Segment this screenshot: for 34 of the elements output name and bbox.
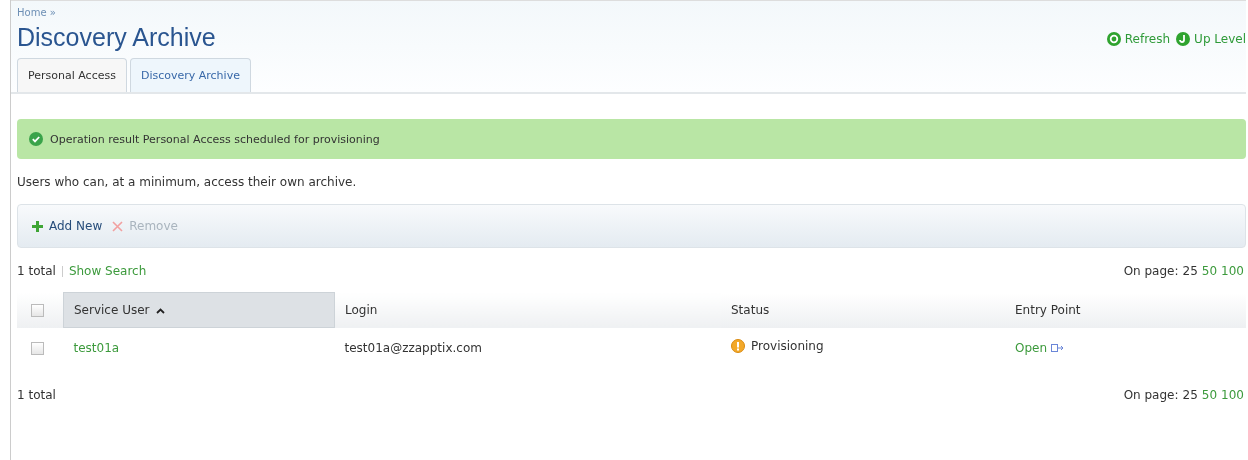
page-size-link[interactable]: 25 xyxy=(1182,264,1198,278)
page-size-link[interactable]: 25 xyxy=(1182,388,1198,402)
total-count: 1 total xyxy=(17,264,56,278)
x-icon xyxy=(112,220,124,232)
page-size-link[interactable]: 50 xyxy=(1201,388,1218,402)
login-cell: test01a@zzapptix.com xyxy=(334,327,721,368)
page-size-label: On page: xyxy=(1123,264,1179,278)
page-size-link[interactable]: 100 xyxy=(1221,264,1244,278)
plus-icon xyxy=(32,220,43,232)
tab[interactable]: Discovery Archive xyxy=(129,58,251,92)
page-size-label: On page: xyxy=(1123,388,1179,402)
tab[interactable]: Personal Access xyxy=(17,58,127,92)
open-link[interactable]: Open xyxy=(1015,340,1065,355)
page-size-link[interactable]: 50 xyxy=(1201,264,1218,278)
description-text: Users who can, at a minimum, access their own archive. xyxy=(17,175,358,191)
row-checkbox[interactable] xyxy=(31,341,44,355)
service-user-link[interactable]: test01a xyxy=(73,341,120,355)
refresh-icon xyxy=(1106,32,1121,46)
up-level-link[interactable]: Up Level xyxy=(1176,32,1246,46)
show-search-link[interactable]: Show Search xyxy=(68,264,147,278)
sort-ascending-icon xyxy=(155,308,165,314)
select-all-checkbox[interactable] xyxy=(31,304,44,317)
status-text: Provisioning xyxy=(751,339,824,354)
add-new-button[interactable]: Add New xyxy=(32,219,103,233)
check-icon xyxy=(29,132,43,146)
page-title: Discovery Archive xyxy=(17,23,216,52)
refresh-link[interactable]: Refresh xyxy=(1106,32,1171,46)
total-count: 1 total xyxy=(17,388,56,402)
page-size-link[interactable]: 100 xyxy=(1221,388,1244,402)
column-header[interactable]: Service User xyxy=(63,292,335,328)
breadcrumb-link[interactable]: Home » xyxy=(17,7,56,18)
column-header[interactable]: Login xyxy=(334,292,721,328)
message-text: Operation result Personal Access scheduled for provisioning xyxy=(50,132,380,146)
open-external-icon xyxy=(1051,343,1065,352)
